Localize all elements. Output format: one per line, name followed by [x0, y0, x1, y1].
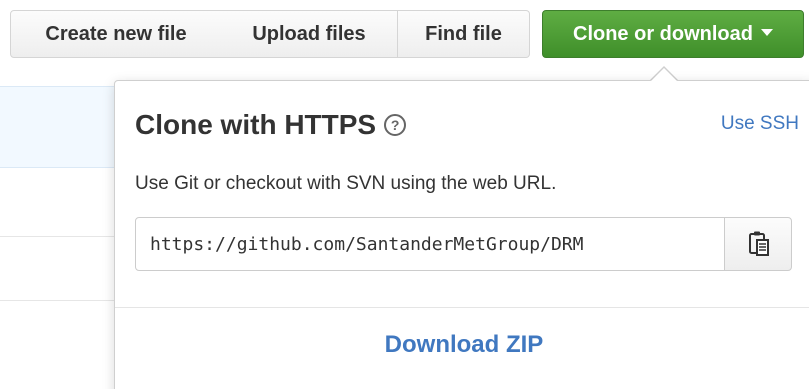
- caret-down-icon: [761, 29, 773, 37]
- clone-or-download-button[interactable]: Clone or download: [542, 10, 804, 58]
- clone-url-group: [135, 217, 795, 271]
- upload-files-button[interactable]: Upload files: [221, 10, 398, 58]
- create-new-file-button[interactable]: Create new file: [10, 10, 222, 58]
- download-zip-link[interactable]: Download ZIP: [115, 331, 809, 359]
- popover-arrow-inner: [651, 68, 677, 81]
- copy-url-button[interactable]: [724, 217, 792, 271]
- use-ssh-link[interactable]: Use SSH: [721, 113, 799, 135]
- clone-url-input[interactable]: [135, 217, 725, 271]
- clone-panel-title: Clone with HTTPS?: [135, 109, 407, 141]
- clone-dropdown-panel: Clone with HTTPS? Use SSH Use Git or che…: [114, 80, 809, 389]
- clipboard-icon: [749, 231, 769, 256]
- clone-title-text: Clone with HTTPS: [135, 109, 377, 140]
- find-file-button[interactable]: Find file: [398, 10, 530, 58]
- clone-or-download-label: Clone or download: [573, 23, 753, 45]
- panel-divider: [115, 307, 809, 308]
- help-icon[interactable]: ?: [384, 113, 407, 136]
- clone-description: Use Git or checkout with SVN using the w…: [135, 173, 557, 194]
